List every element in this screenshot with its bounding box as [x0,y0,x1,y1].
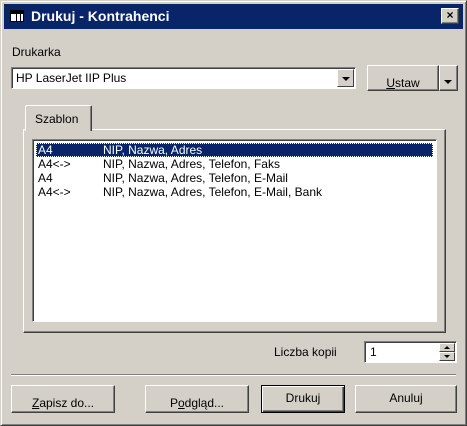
copies-increment-button[interactable] [439,343,455,352]
setup-button[interactable]: Ustaw [367,65,439,91]
template-format: A4 [38,171,53,185]
copies-label: Liczba kopii [274,345,337,359]
title-bar[interactable]: Drukuj - Kontrahenci × [4,4,463,29]
template-format: A4<-> [38,185,71,199]
print-button[interactable]: Drukuj [261,385,345,413]
print-label: Drukuj [285,391,321,405]
close-icon: × [446,8,454,22]
printer-select-value: HP LaserJet IIP Plus [16,71,127,85]
printer-dropdown-button[interactable] [337,69,354,87]
list-item[interactable]: A4 NIP, Nazwa, Adres, Telefon, E-Mail [36,171,433,185]
template-fields: NIP, Nazwa, Adres, Telefon, E-Mail, Bank [103,185,322,199]
chevron-up-icon [444,346,450,349]
tab-template-label: Szablon [35,112,79,126]
print-dialog: Drukuj - Kontrahenci × Drukarka HP Laser… [0,0,467,426]
cancel-label: Anuluj [389,391,423,405]
preview-rest: dgląd... [184,396,225,410]
tab-template[interactable]: Szablon [25,105,92,131]
save-accelerator: Z [31,396,40,410]
copies-value[interactable]: 1 [370,345,377,359]
preview-button[interactable]: Podgląd... [145,385,249,413]
printer-label: Drukarka [12,45,61,59]
divider [11,374,456,376]
template-fields: NIP, Nazwa, Adres, Telefon, E-Mail [103,171,288,185]
setup-button-label: Ustaw [386,71,419,90]
table-icon [10,10,24,22]
template-format: A4<-> [38,157,71,171]
setup-dropdown-button[interactable] [439,65,458,91]
printer-select[interactable]: HP LaserJet IIP Plus [11,67,356,89]
list-item[interactable]: A4<-> NIP, Nazwa, Adres, Telefon, Faks [36,157,433,171]
list-item[interactable]: A4<-> NIP, Nazwa, Adres, Telefon, E-Mail,… [36,185,433,199]
chevron-down-icon [444,80,452,84]
save-to-button[interactable]: Zapisz do... [11,385,115,413]
template-format: A4 [38,143,53,157]
copies-decrement-button[interactable] [439,352,455,361]
preview-accelerator: o [177,396,185,410]
setup-accelerator: U [386,76,395,90]
preview-head: P [169,396,178,410]
chevron-down-icon [444,355,450,358]
chevron-down-icon [342,77,350,81]
template-fields: NIP, Nazwa, Adres [103,143,203,157]
window-title: Drukuj - Kontrahenci [31,8,170,24]
save-to-label: Zapisz do... [32,391,94,410]
template-fields: NIP, Nazwa, Adres, Telefon, Faks [103,157,280,171]
cancel-button[interactable]: Anuluj [355,385,457,413]
setup-rest: staw [394,76,420,90]
copies-stepper[interactable]: 1 [364,341,457,363]
close-button[interactable]: × [441,8,459,24]
list-item[interactable]: A4 NIP, Nazwa, Adres [36,143,433,157]
preview-label: Podgląd... [170,391,224,410]
copies-spin-buttons [439,343,455,361]
template-list[interactable]: A4 NIP, Nazwa, Adres A4<-> NIP, Nazwa, Adre… [32,139,437,322]
save-rest: apisz do... [39,396,95,410]
